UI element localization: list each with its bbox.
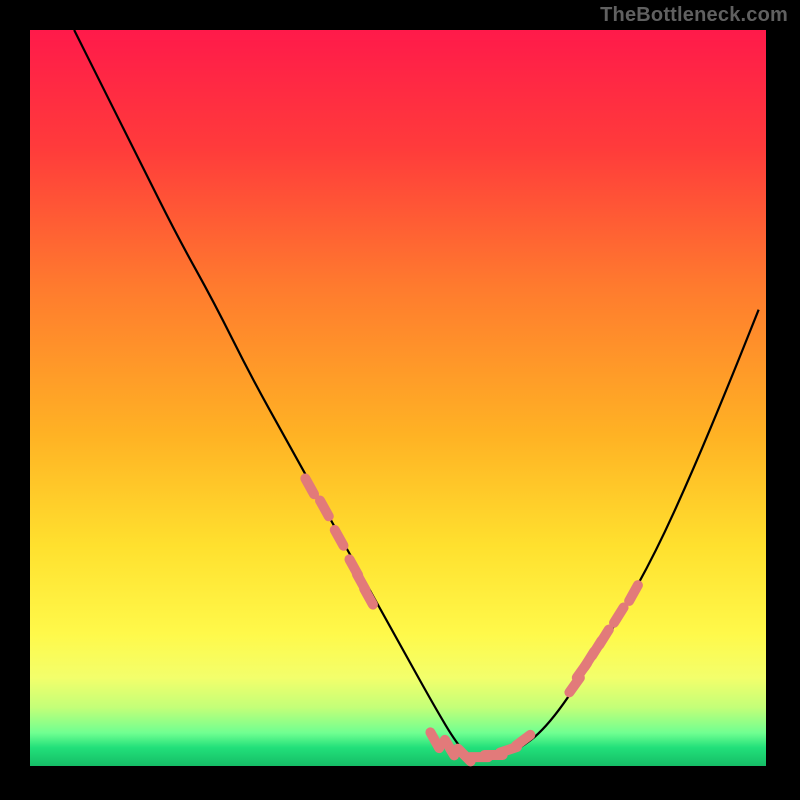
watermark-text: TheBottleneck.com (600, 4, 788, 27)
bottleneck-chart (0, 0, 800, 800)
chart-background (30, 30, 766, 766)
chart-stage: TheBottleneck.com (0, 0, 800, 800)
